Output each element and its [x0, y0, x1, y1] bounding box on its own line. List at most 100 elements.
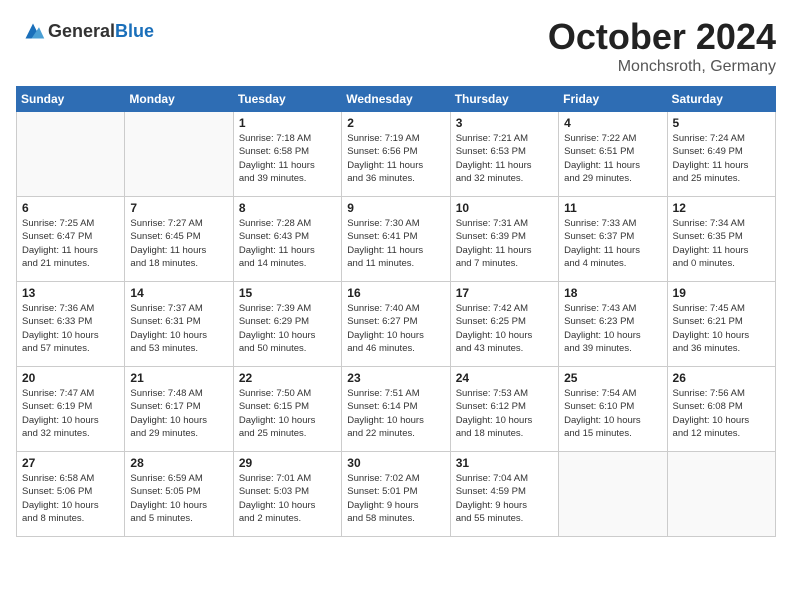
cell-info: Sunrise: 7:21 AMSunset: 6:53 PMDaylight:…: [456, 132, 553, 185]
calendar-cell: 7 Sunrise: 7:27 AMSunset: 6:45 PMDaylight…: [125, 197, 233, 282]
cell-info: Sunrise: 6:59 AMSunset: 5:05 PMDaylight:…: [130, 472, 227, 525]
day-number: 21: [130, 371, 227, 385]
day-number: 19: [673, 286, 770, 300]
calendar-cell: [559, 452, 667, 537]
cell-info: Sunrise: 7:27 AMSunset: 6:45 PMDaylight:…: [130, 217, 227, 270]
cell-info: Sunrise: 7:33 AMSunset: 6:37 PMDaylight:…: [564, 217, 661, 270]
calendar-cell: 6 Sunrise: 7:25 AMSunset: 6:47 PMDaylight…: [17, 197, 125, 282]
calendar-cell: 31Sunrise: 7:04 AMSunset: 4:59 PMDayligh…: [450, 452, 558, 537]
calendar-cell: 8 Sunrise: 7:28 AMSunset: 6:43 PMDaylight…: [233, 197, 341, 282]
cell-info: Sunrise: 7:22 AMSunset: 6:51 PMDaylight:…: [564, 132, 661, 185]
calendar-cell: 3Sunrise: 7:21 AMSunset: 6:53 PMDaylight…: [450, 112, 558, 197]
calendar-cell: 26Sunrise: 7:56 AMSunset: 6:08 PMDayligh…: [667, 367, 775, 452]
day-number: 8: [239, 201, 336, 215]
calendar-cell: 13Sunrise: 7:36 AMSunset: 6:33 PMDayligh…: [17, 282, 125, 367]
day-number: 24: [456, 371, 553, 385]
calendar-cell: 29 Sunrise: 7:01 AMSunset: 5:03 PMDayligh…: [233, 452, 341, 537]
cell-info: Sunrise: 7:56 AMSunset: 6:08 PMDaylight:…: [673, 387, 770, 440]
calendar-cell: [125, 112, 233, 197]
column-header-wednesday: Wednesday: [342, 87, 450, 112]
column-header-sunday: Sunday: [17, 87, 125, 112]
calendar-cell: 18Sunrise: 7:43 AMSunset: 6:23 PMDayligh…: [559, 282, 667, 367]
calendar-cell: 21 Sunrise: 7:48 AMSunset: 6:17 PMDayligh…: [125, 367, 233, 452]
cell-info: Sunrise: 7:19 AMSunset: 6:56 PMDaylight:…: [347, 132, 444, 185]
day-number: 5: [673, 116, 770, 130]
cell-info: Sunrise: 7:40 AMSunset: 6:27 PMDaylight:…: [347, 302, 444, 355]
cell-info: Sunrise: 7:24 AMSunset: 6:49 PMDaylight:…: [673, 132, 770, 185]
cell-info: Sunrise: 7:02 AMSunset: 5:01 PMDaylight:…: [347, 472, 444, 525]
logo-icon: [18, 16, 48, 46]
page-header: GeneralBlue October 2024 Monchsroth, Ger…: [16, 16, 776, 76]
day-number: 14: [130, 286, 227, 300]
day-number: 27: [22, 456, 119, 470]
cell-info: Sunrise: 7:39 AMSunset: 6:29 PMDaylight:…: [239, 302, 336, 355]
day-number: 25: [564, 371, 661, 385]
cell-info: Sunrise: 6:58 AMSunset: 5:06 PMDaylight:…: [22, 472, 119, 525]
day-number: 6: [22, 201, 119, 215]
day-number: 22: [239, 371, 336, 385]
title-area: October 2024 Monchsroth, Germany: [548, 16, 776, 76]
calendar-cell: 9 Sunrise: 7:30 AMSunset: 6:41 PMDaylight…: [342, 197, 450, 282]
calendar-cell: 5 Sunrise: 7:24 AMSunset: 6:49 PMDaylight…: [667, 112, 775, 197]
cell-info: Sunrise: 7:36 AMSunset: 6:33 PMDaylight:…: [22, 302, 119, 355]
cell-info: Sunrise: 7:28 AMSunset: 6:43 PMDaylight:…: [239, 217, 336, 270]
cell-info: Sunrise: 7:31 AMSunset: 6:39 PMDaylight:…: [456, 217, 553, 270]
calendar-cell: 17Sunrise: 7:42 AMSunset: 6:25 PMDayligh…: [450, 282, 558, 367]
calendar-cell: 20Sunrise: 7:47 AMSunset: 6:19 PMDayligh…: [17, 367, 125, 452]
calendar-cell: 12 Sunrise: 7:34 AMSunset: 6:35 PMDayligh…: [667, 197, 775, 282]
cell-info: Sunrise: 7:53 AMSunset: 6:12 PMDaylight:…: [456, 387, 553, 440]
calendar-cell: 23 Sunrise: 7:51 AMSunset: 6:14 PMDayligh…: [342, 367, 450, 452]
day-number: 15: [239, 286, 336, 300]
logo-text-general: General: [48, 21, 115, 41]
calendar-header-row: SundayMondayTuesdayWednesdayThursdayFrid…: [17, 87, 776, 112]
calendar-cell: 24 Sunrise: 7:53 AMSunset: 6:12 PMDayligh…: [450, 367, 558, 452]
cell-info: Sunrise: 7:48 AMSunset: 6:17 PMDaylight:…: [130, 387, 227, 440]
location-title: Monchsroth, Germany: [548, 58, 776, 76]
logo-text-blue: Blue: [115, 21, 154, 41]
calendar-cell: 14 Sunrise: 7:37 AMSunset: 6:31 PMDayligh…: [125, 282, 233, 367]
cell-info: Sunrise: 7:34 AMSunset: 6:35 PMDaylight:…: [673, 217, 770, 270]
column-header-saturday: Saturday: [667, 87, 775, 112]
calendar-week-row: 1Sunrise: 7:18 AMSunset: 6:58 PMDaylight…: [17, 112, 776, 197]
calendar-cell: 2 Sunrise: 7:19 AMSunset: 6:56 PMDaylight…: [342, 112, 450, 197]
calendar-week-row: 6 Sunrise: 7:25 AMSunset: 6:47 PMDaylight…: [17, 197, 776, 282]
calendar-cell: 19 Sunrise: 7:45 AMSunset: 6:21 PMDayligh…: [667, 282, 775, 367]
column-header-friday: Friday: [559, 87, 667, 112]
calendar-cell: 28Sunrise: 6:59 AMSunset: 5:05 PMDayligh…: [125, 452, 233, 537]
cell-info: Sunrise: 7:37 AMSunset: 6:31 PMDaylight:…: [130, 302, 227, 355]
calendar-cell: 4 Sunrise: 7:22 AMSunset: 6:51 PMDaylight…: [559, 112, 667, 197]
logo: GeneralBlue: [16, 16, 154, 46]
cell-info: Sunrise: 7:45 AMSunset: 6:21 PMDaylight:…: [673, 302, 770, 355]
day-number: 12: [673, 201, 770, 215]
calendar-cell: 15 Sunrise: 7:39 AMSunset: 6:29 PMDayligh…: [233, 282, 341, 367]
calendar-week-row: 27 Sunrise: 6:58 AMSunset: 5:06 PMDayligh…: [17, 452, 776, 537]
day-number: 16: [347, 286, 444, 300]
column-header-monday: Monday: [125, 87, 233, 112]
cell-info: Sunrise: 7:50 AMSunset: 6:15 PMDaylight:…: [239, 387, 336, 440]
day-number: 2: [347, 116, 444, 130]
calendar-cell: 30Sunrise: 7:02 AMSunset: 5:01 PMDayligh…: [342, 452, 450, 537]
calendar-cell: [667, 452, 775, 537]
calendar-cell: 25Sunrise: 7:54 AMSunset: 6:10 PMDayligh…: [559, 367, 667, 452]
cell-info: Sunrise: 7:30 AMSunset: 6:41 PMDaylight:…: [347, 217, 444, 270]
cell-info: Sunrise: 7:51 AMSunset: 6:14 PMDaylight:…: [347, 387, 444, 440]
day-number: 10: [456, 201, 553, 215]
day-number: 20: [22, 371, 119, 385]
cell-info: Sunrise: 7:25 AMSunset: 6:47 PMDaylight:…: [22, 217, 119, 270]
day-number: 7: [130, 201, 227, 215]
cell-info: Sunrise: 7:01 AMSunset: 5:03 PMDaylight:…: [239, 472, 336, 525]
calendar-cell: 11Sunrise: 7:33 AMSunset: 6:37 PMDayligh…: [559, 197, 667, 282]
calendar-cell: 16 Sunrise: 7:40 AMSunset: 6:27 PMDayligh…: [342, 282, 450, 367]
day-number: 31: [456, 456, 553, 470]
calendar-cell: 10 Sunrise: 7:31 AMSunset: 6:39 PMDayligh…: [450, 197, 558, 282]
day-number: 4: [564, 116, 661, 130]
month-title: October 2024: [548, 16, 776, 58]
calendar-week-row: 20Sunrise: 7:47 AMSunset: 6:19 PMDayligh…: [17, 367, 776, 452]
column-header-tuesday: Tuesday: [233, 87, 341, 112]
cell-info: Sunrise: 7:42 AMSunset: 6:25 PMDaylight:…: [456, 302, 553, 355]
day-number: 29: [239, 456, 336, 470]
calendar-week-row: 13Sunrise: 7:36 AMSunset: 6:33 PMDayligh…: [17, 282, 776, 367]
day-number: 9: [347, 201, 444, 215]
calendar-cell: 27 Sunrise: 6:58 AMSunset: 5:06 PMDayligh…: [17, 452, 125, 537]
day-number: 23: [347, 371, 444, 385]
